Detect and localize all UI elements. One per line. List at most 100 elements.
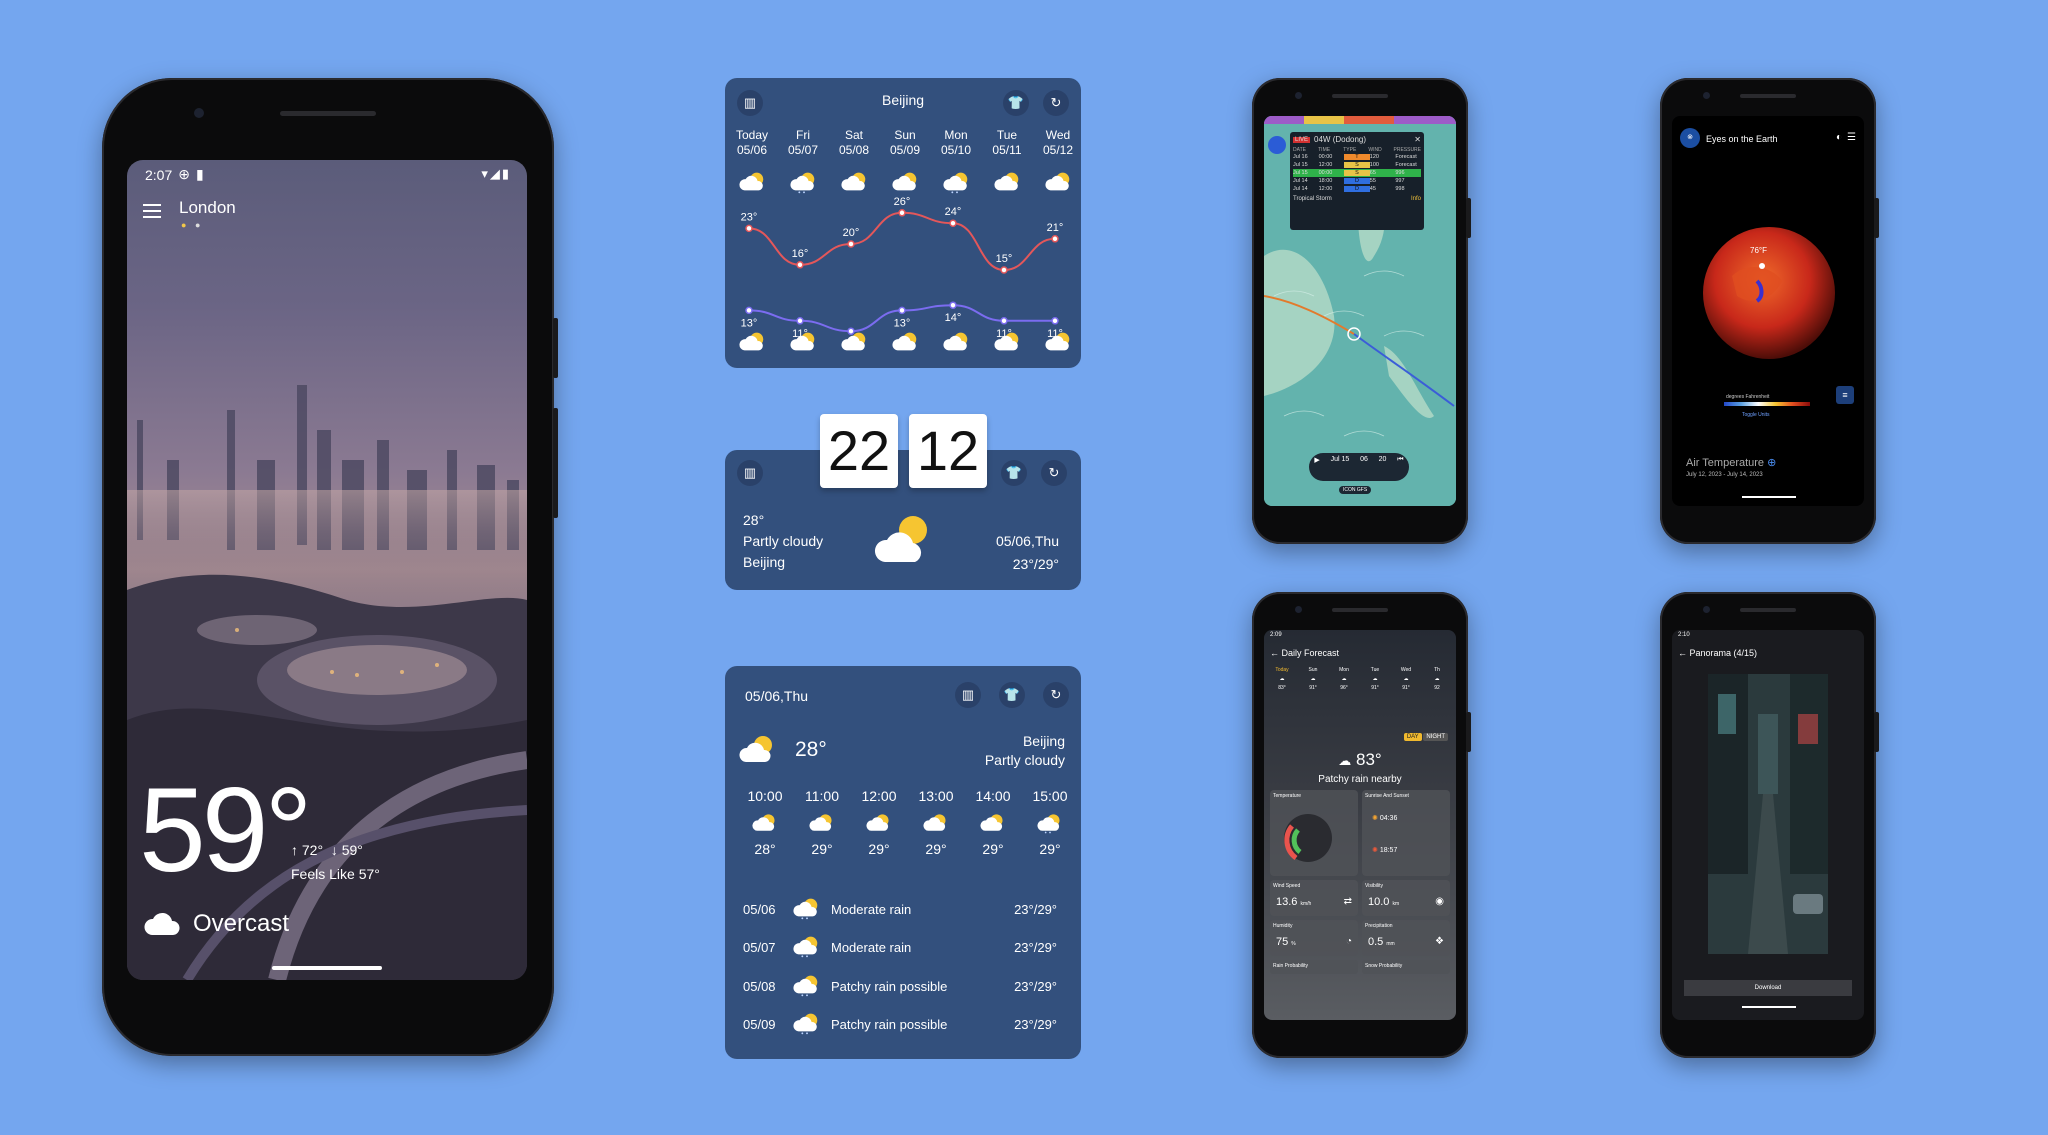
- current-temperature: 59°: [139, 763, 312, 897]
- rain-probability-card[interactable]: Rain Probability: [1270, 960, 1358, 974]
- power-button: [1874, 198, 1879, 238]
- storm-table-cell: Forecast: [1395, 154, 1417, 160]
- high-temp-point: [847, 240, 855, 248]
- forecast-day[interactable]: Mon ☁ 96°: [1330, 666, 1358, 693]
- sunrise-card-label: Sunrise And Sunset: [1365, 793, 1409, 799]
- storm-header-cell: TIME: [1318, 147, 1331, 153]
- nasa-logo: ⊗: [1680, 128, 1700, 148]
- hourly-date: 05/06,Thu: [745, 688, 809, 704]
- refresh-icon[interactable]: ↻: [1043, 682, 1069, 708]
- day-night-toggle[interactable]: DAY NIGHT: [1403, 733, 1448, 741]
- storm-table-cell: 120: [1369, 154, 1379, 160]
- day-temp: 96°: [1340, 685, 1348, 691]
- shirt-icon[interactable]: 👕: [1001, 460, 1027, 486]
- high-temp-label: 15°: [996, 253, 1013, 265]
- back-icon[interactable]: ←: [1270, 648, 1279, 658]
- day-button[interactable]: DAY: [1403, 733, 1422, 741]
- menu-icon[interactable]: ☰: [1847, 132, 1856, 143]
- storm-table-row[interactable]: Jul 15 12:00 S 100 Forecast: [1293, 161, 1421, 169]
- high-temp-label: 20°: [843, 227, 860, 239]
- storm-table-cell: 00:00: [1318, 154, 1333, 160]
- earth-screen: ⊗ Eyes on the Earth ◐ ☰ 76°F ≡ degrees F…: [1672, 116, 1864, 506]
- skip-back-icon[interactable]: ⏮: [1397, 456, 1403, 464]
- storm-screen: LIVE 04W (Dodong) ✕ DATE TIME TYPE WIND PRES…: [1264, 116, 1456, 506]
- storm-table-row[interactable]: Jul 14 12:00 D 45 998: [1293, 185, 1421, 193]
- low-temp-label: 11°: [996, 328, 1012, 340]
- storm-table-cell: 998: [1395, 186, 1405, 192]
- sun-icon: ✺: [1372, 815, 1378, 822]
- forecast-day[interactable]: Wed ☁ 91°: [1392, 666, 1420, 693]
- home-indicator[interactable]: [1742, 496, 1796, 498]
- location-icon[interactable]: [1268, 136, 1286, 154]
- clock-weather-info: 28° Partly cloudy Beijing: [743, 510, 823, 573]
- globe-icon[interactable]: ◐: [1836, 132, 1842, 143]
- city-name[interactable]: London: [179, 198, 236, 218]
- close-icon[interactable]: ✕: [1414, 135, 1421, 144]
- storm-table-row[interactable]: Jul 14 18:00 D 55 997: [1293, 177, 1421, 185]
- chart-icon[interactable]: ▥: [955, 682, 981, 708]
- refresh-icon[interactable]: ↻: [1041, 460, 1067, 486]
- storm-table-cell: 996: [1395, 170, 1405, 176]
- back-row: ← Panorama (4/15): [1678, 648, 1757, 658]
- panorama-image[interactable]: [1708, 674, 1828, 954]
- high-temp: 72°: [301, 842, 324, 858]
- storm-tracker-phone: LIVE 04W (Dodong) ✕ DATE TIME TYPE WIND PRES…: [1252, 78, 1471, 544]
- rain-icon: [793, 973, 821, 1000]
- partly-cloudy-icon: [874, 516, 927, 562]
- earpiece: [1332, 94, 1388, 98]
- clock-condition: Partly cloudy: [743, 533, 824, 549]
- clock-temp: 28°: [743, 512, 765, 528]
- daily-condition: Patchy rain nearby: [1318, 774, 1402, 785]
- main-screen: 2:07 ⊕ ▮ ▾◢▮ London ● ● 59° ↑ 72° ↓ 59° …: [127, 160, 527, 980]
- status-bar: 2:07 ⊕ ▮: [145, 166, 204, 183]
- rain-icon: [793, 1011, 821, 1038]
- play-icon[interactable]: ▶: [1314, 456, 1319, 464]
- snow-probability-card[interactable]: Snow Probability: [1362, 960, 1450, 974]
- storm-table-row[interactable]: Jul 15 00:00 S 65 996: [1293, 169, 1421, 177]
- menu-icon[interactable]: [143, 204, 161, 222]
- hour-temp: 29°: [811, 841, 833, 857]
- hour-time: 10:00: [747, 788, 783, 804]
- low-temp-label: 14°: [945, 312, 962, 324]
- model-gfs[interactable]: GFS: [1357, 487, 1367, 493]
- high-temp-label: 24°: [945, 206, 962, 218]
- storm-table-cell: Jul 15: [1293, 162, 1308, 168]
- daily-date: 05/08: [743, 978, 776, 994]
- back-icon[interactable]: ←: [1678, 648, 1687, 658]
- night-button[interactable]: NIGHT: [1423, 733, 1448, 741]
- panorama-title: Panorama (4/15): [1689, 648, 1758, 658]
- low-temp-label: 13°: [894, 317, 911, 329]
- condition-row: Overcast: [143, 910, 289, 938]
- home-indicator[interactable]: [1742, 1006, 1796, 1008]
- sunrise-row: ✺ 04:36: [1372, 814, 1397, 822]
- daily-date: 05/09: [743, 1017, 776, 1032]
- main-phone: 2:07 ⊕ ▮ ▾◢▮ London ● ● 59° ↑ 72° ↓ 59° …: [102, 78, 558, 1056]
- chart-icon[interactable]: ▥: [737, 460, 763, 486]
- feels-like: Feels Like 57°: [291, 866, 380, 882]
- timeline-control[interactable]: ▶ Jul 15 06 20 ⏮: [1309, 456, 1409, 464]
- nasa-earth-phone: ⊗ Eyes on the Earth ◐ ☰ 76°F ≡ degrees F…: [1660, 78, 1879, 544]
- storm-table-cell: Forecast: [1395, 162, 1417, 168]
- toggle-units-link[interactable]: Toggle Units: [1742, 412, 1770, 418]
- forecast-day[interactable]: Tue ☁ 91°: [1361, 666, 1389, 693]
- model-switch[interactable]: ICON GFS: [1339, 486, 1372, 494]
- forecast-day[interactable]: Sun ☁ 91°: [1299, 666, 1327, 693]
- add-icon[interactable]: ⊕: [1767, 457, 1776, 469]
- download-button[interactable]: Download: [1684, 980, 1852, 996]
- storm-table-cell: 12:00: [1318, 186, 1333, 192]
- home-indicator[interactable]: [272, 966, 382, 970]
- forecast-day[interactable]: Today ☁ 83°: [1268, 666, 1296, 693]
- layers-icon[interactable]: ≡: [1836, 386, 1854, 404]
- rain-icon: [793, 896, 821, 923]
- power-button: [1466, 198, 1471, 238]
- wind-card: Wind Speed 13.6 km/h ⇄: [1270, 880, 1358, 916]
- model-icon[interactable]: ICON: [1343, 487, 1356, 493]
- storm-table-row[interactable]: Jul 16 00:00 T 120 Forecast: [1293, 153, 1421, 161]
- high-temp-point: [1051, 235, 1059, 243]
- hour-time: 12:00: [861, 788, 897, 804]
- storm-info-link[interactable]: Info: [1411, 196, 1421, 202]
- forecast-day[interactable]: Th ☁ 92: [1423, 666, 1451, 693]
- shirt-icon[interactable]: 👕: [999, 682, 1025, 708]
- daily-range: 23°/29°: [1014, 1017, 1057, 1032]
- low-temp: 59°: [341, 842, 363, 858]
